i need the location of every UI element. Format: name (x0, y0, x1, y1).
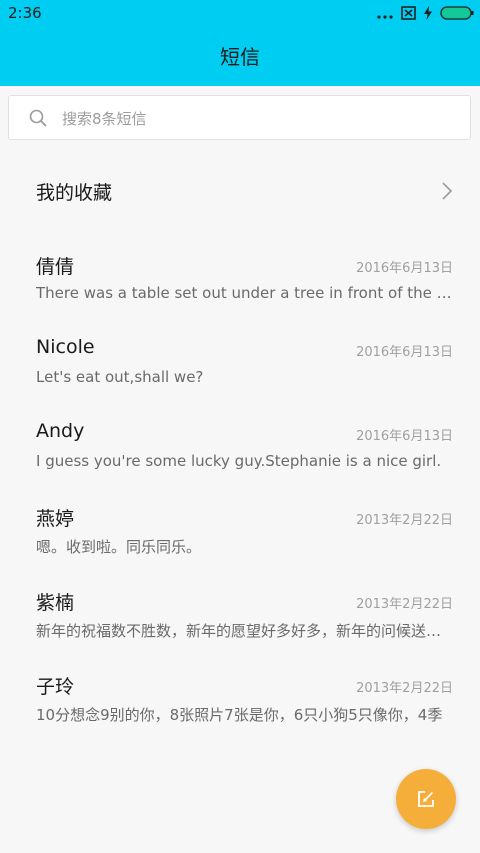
contact-name: 燕婷 (36, 508, 75, 530)
message-preview: I guess you're some lucky guy.Stephanie … (36, 452, 442, 470)
conversation-item[interactable]: Andy 2016年6月13日 I guess you're some luck… (0, 406, 480, 486)
title-bar: 短信 (0, 28, 480, 86)
battery-icon (440, 5, 474, 24)
favorites-label: 我的收藏 (36, 182, 113, 204)
search-icon (29, 109, 47, 131)
more-dots-icon (377, 5, 393, 24)
charging-icon (424, 5, 432, 24)
message-preview: 新年的祝福数不胜数，新年的愿望好多好多，新年的问候送给你 (36, 622, 454, 640)
contact-name: Nicole (36, 336, 95, 358)
message-date: 2016年6月13日 (356, 345, 453, 360)
search-placeholder: 搜索8条短信 (62, 110, 147, 128)
conversation-item[interactable]: 紫楠 2013年2月22日 新年的祝福数不胜数，新年的愿望好多好多，新年的问候送… (0, 574, 480, 654)
conversation-item[interactable]: 子玲 2013年2月22日 10分想念9别的你，8张照片7张是你，6只小狗5只像… (0, 658, 480, 738)
contact-name: 紫楠 (36, 592, 75, 614)
status-icons (377, 5, 474, 24)
message-preview: There was a table set out under a tree i… (36, 284, 454, 302)
chevron-right-icon (442, 182, 453, 204)
message-date: 2013年2月22日 (356, 681, 453, 696)
status-time: 2:36 (8, 4, 42, 22)
compose-icon (418, 791, 434, 807)
status-bar: 2:36 (0, 0, 480, 28)
favorites-row[interactable]: 我的收藏 (0, 162, 480, 222)
message-preview: 10分想念9别的你，8张照片7张是你，6只小狗5只像你，4季 (36, 706, 443, 724)
page-title: 短信 (220, 45, 260, 69)
conversation-item[interactable]: 倩倩 2016年6月13日 There was a table set out … (0, 238, 480, 318)
contact-name: 子玲 (36, 676, 75, 698)
message-date: 2016年6月13日 (356, 429, 453, 444)
message-date: 2013年2月22日 (356, 513, 453, 528)
message-date: 2016年6月13日 (356, 261, 453, 276)
contact-name: Andy (36, 420, 85, 442)
search-input[interactable]: 搜索8条短信 (8, 95, 471, 140)
message-preview: Let's eat out,shall we? (36, 368, 204, 386)
conversation-item[interactable]: 燕婷 2013年2月22日 嗯。收到啦。同乐同乐。 (0, 490, 480, 570)
contact-name: 倩倩 (36, 256, 75, 278)
message-preview: 嗯。收到啦。同乐同乐。 (36, 538, 202, 556)
conversation-item[interactable]: Nicole 2016年6月13日 Let's eat out,shall we… (0, 322, 480, 402)
compose-button[interactable] (396, 769, 456, 829)
message-date: 2013年2月22日 (356, 597, 453, 612)
sim-missing-icon (401, 5, 416, 24)
